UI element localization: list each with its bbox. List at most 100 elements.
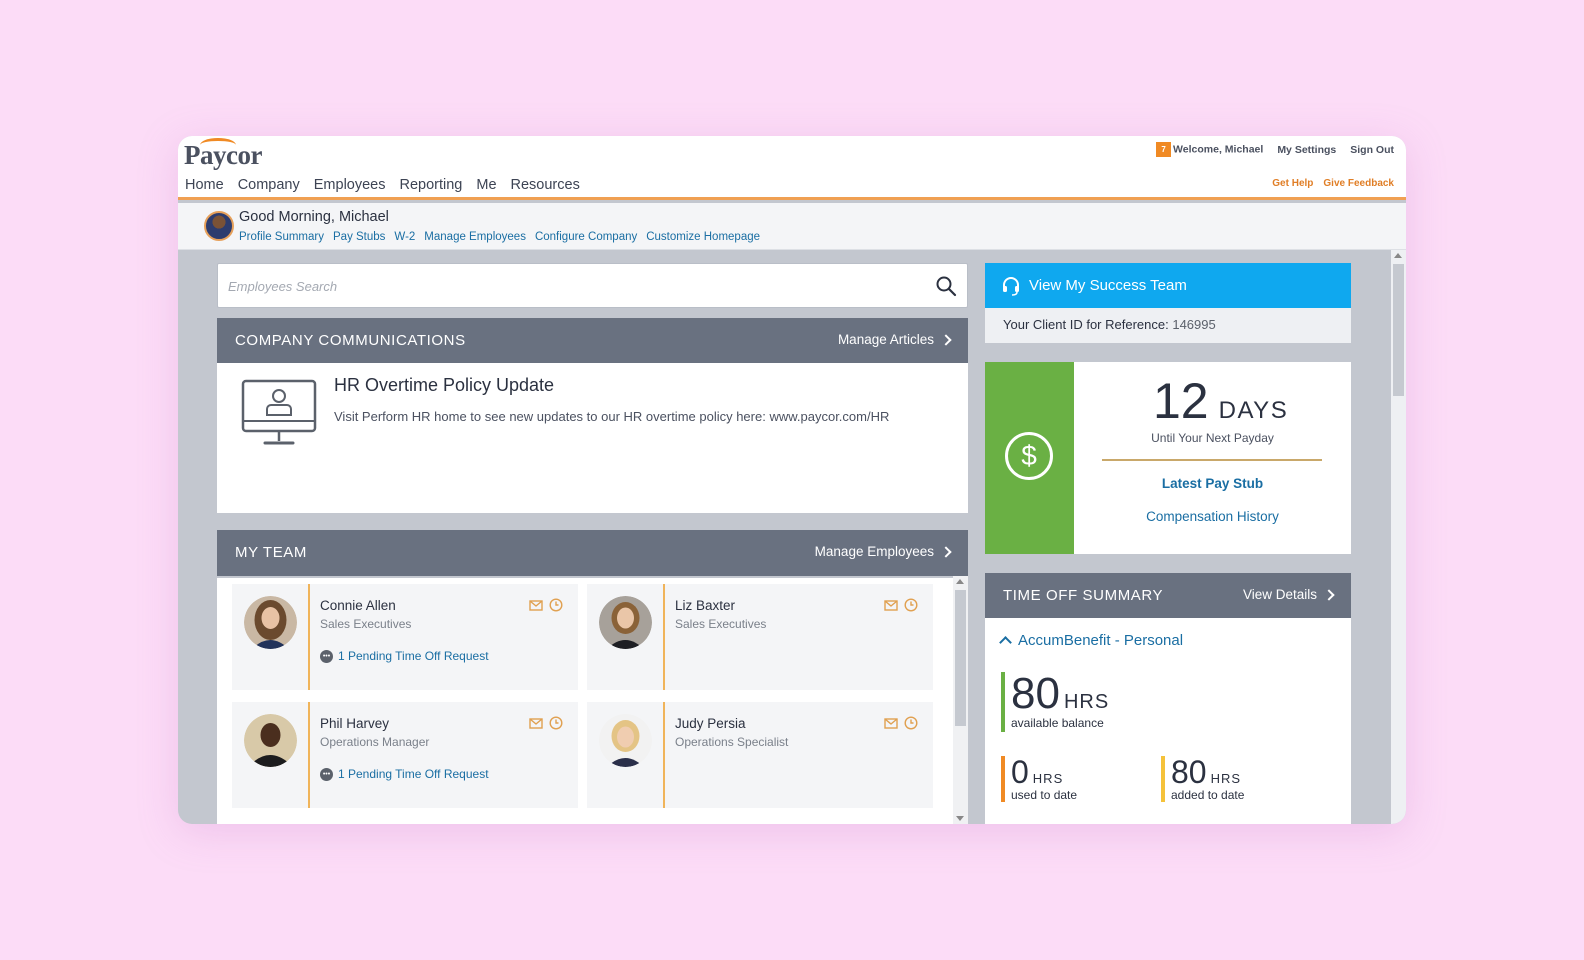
chevron-right-icon	[1323, 588, 1335, 601]
client-id-label: Your Client ID for Reference:	[1003, 317, 1169, 332]
time-off-summary-title: TIME OFF SUMMARY	[1003, 587, 1164, 604]
employees-search-input[interactable]	[228, 274, 918, 298]
quick-links: Profile Summary Pay Stubs W-2 Manage Emp…	[239, 231, 760, 243]
my-team-header: MY TEAM Manage Employees	[217, 530, 968, 576]
clock-icon[interactable]	[549, 598, 563, 612]
payday-caption: Until Your Next Payday	[1151, 431, 1274, 445]
clock-icon[interactable]	[904, 598, 918, 612]
pending-request-label: 1 Pending Time Off Request	[338, 767, 489, 781]
nav-resources[interactable]: Resources	[511, 177, 580, 193]
quicklink-w2[interactable]: W-2	[394, 231, 415, 243]
user-links: 7 Welcome, Michael My Settings Sign Out	[1156, 142, 1394, 157]
used-unit: HRS	[1032, 771, 1064, 786]
card-divider	[308, 584, 310, 690]
team-member-card[interactable]: Phil Harvey Operations Manager ••• 1 Pen…	[232, 702, 578, 808]
latest-pay-stub-link[interactable]: Latest Pay Stub	[1074, 476, 1351, 491]
client-id-bar: Your Client ID for Reference: 146995	[985, 308, 1351, 343]
clock-icon[interactable]	[549, 716, 563, 730]
page-scrollbar[interactable]	[1391, 250, 1406, 824]
member-role: Sales Executives	[320, 617, 412, 631]
email-icon[interactable]	[529, 598, 543, 612]
quicklink-manage-employees[interactable]: Manage Employees	[424, 231, 526, 243]
nav-company[interactable]: Company	[238, 177, 300, 193]
welcome-text: Welcome, Michael	[1173, 143, 1264, 156]
quicklink-pay-stubs[interactable]: Pay Stubs	[333, 231, 385, 243]
sign-out-link[interactable]: Sign Out	[1350, 144, 1394, 156]
scroll-down-icon[interactable]	[956, 816, 964, 821]
avatar	[244, 714, 297, 767]
more-icon: •••	[320, 767, 333, 781]
card-divider	[308, 702, 310, 808]
team-member-card[interactable]: Liz Baxter Sales Executives	[587, 584, 933, 690]
team-member-card[interactable]: Judy Persia Operations Specialist	[587, 702, 933, 808]
email-icon[interactable]	[884, 598, 898, 612]
clock-icon[interactable]	[904, 716, 918, 730]
days-count: 12	[1153, 373, 1209, 429]
scrollbar-thumb[interactable]	[955, 590, 966, 726]
scroll-up-icon[interactable]	[1394, 253, 1402, 258]
member-name[interactable]: Phil Harvey	[320, 716, 389, 731]
chevron-right-icon	[940, 333, 952, 346]
payday-divider	[1102, 459, 1322, 461]
member-name[interactable]: Liz Baxter	[675, 598, 735, 613]
payday-card: $ 12 DAYS Until Your Next Payday Latest …	[985, 362, 1351, 554]
quicklink-profile-summary[interactable]: Profile Summary	[239, 231, 324, 243]
paycor-logo[interactable]: Paycor	[184, 138, 262, 171]
added-value: 80	[1171, 754, 1207, 790]
scrollbar-thumb[interactable]	[1393, 264, 1404, 396]
added-unit: HRS	[1210, 771, 1242, 786]
my-team-title: MY TEAM	[235, 544, 307, 561]
chevron-up-icon	[999, 636, 1012, 649]
article-text: Visit Perform HR home to see new updates…	[334, 409, 890, 424]
member-role: Operations Manager	[320, 735, 430, 749]
article-title[interactable]: HR Overtime Policy Update	[334, 375, 554, 396]
added-balance: 80 HRS added to date	[1161, 756, 1244, 802]
pending-request-link[interactable]: ••• 1 Pending Time Off Request	[320, 649, 489, 663]
more-icon: •••	[320, 649, 333, 663]
used-balance: 0 HRS used to date	[1001, 756, 1077, 802]
added-bar	[1161, 756, 1165, 802]
main-nav: Home Company Employees Reporting Me Reso…	[185, 177, 580, 193]
member-name[interactable]: Connie Allen	[320, 598, 396, 613]
time-off-summary-header: TIME OFF SUMMARY View Details	[985, 573, 1351, 618]
chevron-right-icon	[940, 545, 952, 558]
user-avatar[interactable]	[204, 211, 234, 241]
payday-accent: $	[985, 362, 1074, 554]
added-label: added to date	[1171, 788, 1245, 802]
team-member-card[interactable]: Connie Allen Sales Executives ••• 1 Pend…	[232, 584, 578, 690]
search-icon[interactable]	[935, 275, 957, 297]
quicklink-customize-homepage[interactable]: Customize Homepage	[646, 231, 760, 243]
pending-request-link[interactable]: ••• 1 Pending Time Off Request	[320, 767, 489, 781]
greeting-bar: Good Morning, Michael Profile Summary Pa…	[178, 203, 1406, 250]
top-header: Paycor Home Company Employees Reporting …	[178, 136, 1406, 200]
give-feedback-link[interactable]: Give Feedback	[1323, 178, 1394, 189]
member-name[interactable]: Judy Persia	[675, 716, 746, 731]
get-help-link[interactable]: Get Help	[1272, 178, 1313, 189]
my-settings-link[interactable]: My Settings	[1277, 144, 1336, 156]
quicklink-configure-company[interactable]: Configure Company	[535, 231, 637, 243]
email-icon[interactable]	[529, 716, 543, 730]
avatar	[244, 596, 297, 649]
team-scrollbar[interactable]	[953, 576, 968, 824]
nav-me[interactable]: Me	[476, 177, 496, 193]
headset-icon	[1003, 276, 1019, 296]
view-details-link[interactable]: View Details	[1243, 587, 1335, 602]
card-divider	[663, 584, 665, 690]
used-bar	[1001, 756, 1005, 802]
welcome-message: 7 Welcome, Michael	[1156, 142, 1263, 157]
avatar	[599, 596, 652, 649]
nav-home[interactable]: Home	[185, 177, 224, 193]
dollar-icon: $	[1005, 432, 1053, 480]
manage-articles-link[interactable]: Manage Articles	[838, 332, 952, 347]
notification-badge[interactable]: 7	[1156, 142, 1172, 157]
nav-reporting[interactable]: Reporting	[399, 177, 462, 193]
plan-name: AccumBenefit - Personal	[1018, 632, 1184, 649]
avatar	[599, 714, 652, 767]
manage-employees-link[interactable]: Manage Employees	[815, 544, 952, 559]
view-success-team-button[interactable]: View My Success Team	[985, 263, 1351, 308]
nav-employees[interactable]: Employees	[314, 177, 386, 193]
email-icon[interactable]	[884, 716, 898, 730]
compensation-history-link[interactable]: Compensation History	[1074, 509, 1351, 524]
scroll-up-icon[interactable]	[956, 579, 964, 584]
plan-toggle[interactable]: AccumBenefit - Personal	[999, 632, 1184, 649]
